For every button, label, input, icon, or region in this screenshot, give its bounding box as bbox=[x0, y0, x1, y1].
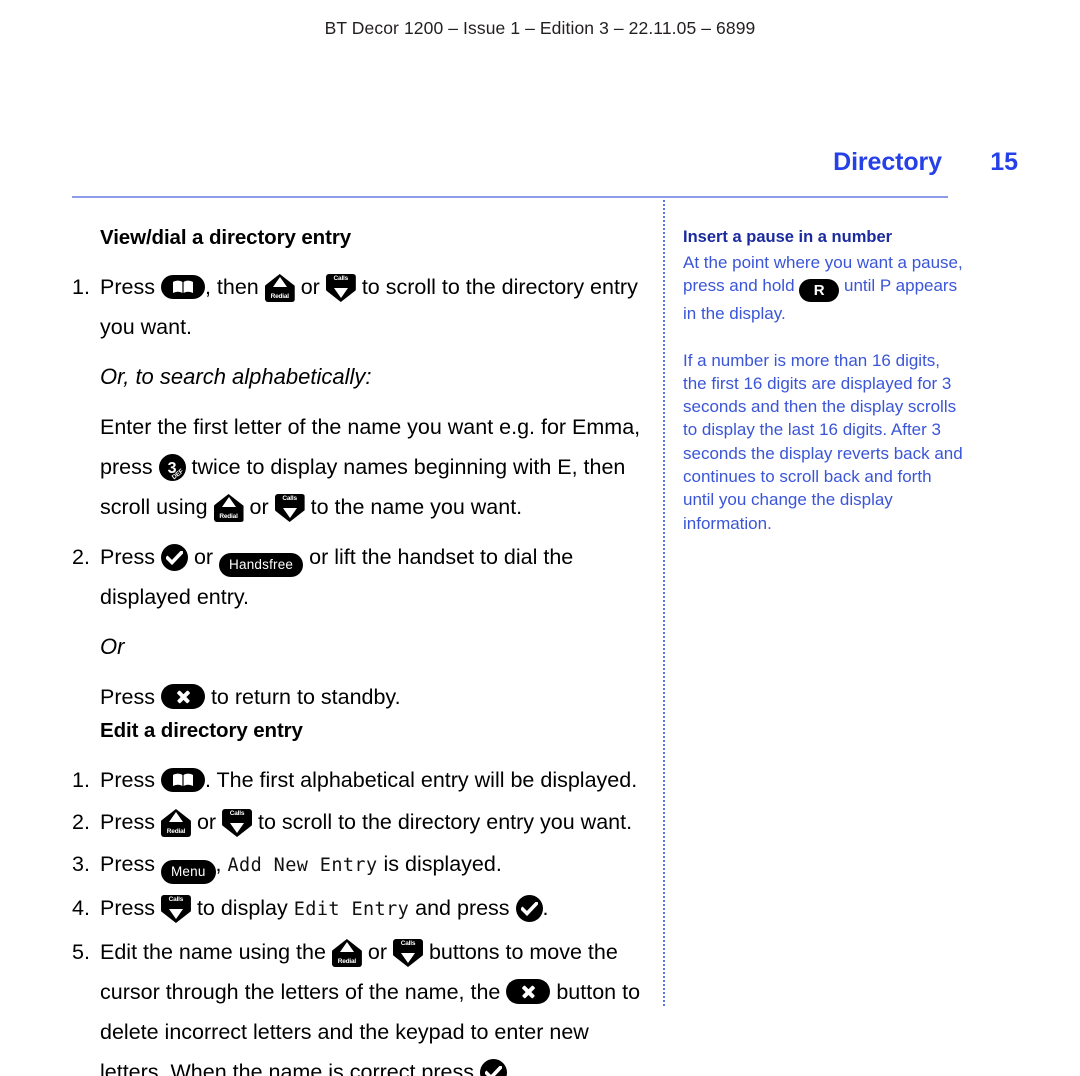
step-text: Edit the name using the bbox=[100, 940, 326, 964]
page-number: 15 bbox=[990, 148, 1018, 176]
step-text: Press bbox=[100, 852, 155, 876]
chapter-title: Directory bbox=[833, 148, 942, 176]
calls-icon-label: Calls bbox=[282, 495, 297, 502]
redial-icon-label: Redial bbox=[166, 828, 186, 835]
calls-icon-label: Calls bbox=[400, 940, 416, 947]
step-text: Press bbox=[100, 545, 155, 569]
header-rule bbox=[72, 196, 948, 198]
step-text: . bbox=[507, 1060, 513, 1076]
step-number: 5. bbox=[72, 940, 90, 964]
step-number: 1. bbox=[72, 275, 90, 299]
handsfree-button-icon[interactable]: Handsfree bbox=[219, 553, 304, 577]
redial-icon-label: Redial bbox=[337, 958, 357, 965]
step-text: or bbox=[300, 275, 320, 299]
keypad-3-icon[interactable]: 3 DEF bbox=[158, 454, 186, 481]
step-edit-1: 1. Press . The first alphabetical entry w… bbox=[72, 760, 644, 800]
cancel-x-icon[interactable] bbox=[160, 684, 205, 709]
sidebar-note-heading: Insert a pause in a number bbox=[683, 228, 893, 246]
step-view-2: 2. Press or Handsfree or lift the handset… bbox=[72, 537, 644, 617]
step-text: or bbox=[193, 545, 214, 569]
standby-paragraph: Press to return to standby. bbox=[72, 677, 644, 717]
section-heading-view-dial: View/dial a directory entry bbox=[100, 226, 351, 249]
alt-search-paragraph: Enter the first letter of the name you w… bbox=[72, 407, 644, 527]
chapter-header: Directory 15 bbox=[72, 148, 1018, 177]
dial-check-icon[interactable] bbox=[480, 1059, 507, 1076]
calls-down-icon[interactable]: Calls bbox=[392, 939, 423, 967]
step-text: and press bbox=[415, 896, 510, 920]
sidebar-notes: Insert a pause in a number At the point … bbox=[683, 226, 965, 535]
step-text: . The first alphabetical entry will be d… bbox=[204, 768, 638, 792]
step-view-1: 1. Press , then Redial or Calls to scroll… bbox=[72, 267, 644, 347]
step-text: to display bbox=[196, 896, 288, 920]
calls-down-icon[interactable]: Calls bbox=[160, 895, 191, 923]
or-alternative-label: Or bbox=[100, 634, 125, 659]
step-text: to scroll to the directory entry you wan… bbox=[258, 810, 633, 834]
sidebar-note-1: At the point where you want a pause, pre… bbox=[683, 251, 965, 326]
main-column: View/dial a directory entry 1. Press , th… bbox=[72, 226, 644, 1076]
calls-down-icon[interactable]: Calls bbox=[325, 274, 356, 302]
paragraph-text: or bbox=[249, 495, 269, 519]
section-heading-edit-entry: Edit a directory entry bbox=[100, 719, 303, 742]
step-text: Press bbox=[100, 768, 155, 792]
dial-check-icon[interactable] bbox=[515, 895, 543, 922]
calls-down-icon[interactable]: Calls bbox=[274, 494, 305, 522]
lcd-text-add-new-entry: Add New Entry bbox=[227, 855, 378, 876]
alt-search-lead: Or, to search alphabetically: bbox=[100, 364, 372, 389]
step-edit-2: 2. Press Redial or Calls to scroll to the… bbox=[72, 802, 644, 842]
step-number: 3. bbox=[72, 852, 90, 876]
cancel-x-icon[interactable] bbox=[506, 979, 551, 1004]
step-number: 2. bbox=[72, 545, 90, 569]
manual-page: BT Decor 1200 – Issue 1 – Edition 3 – 22… bbox=[0, 0, 1080, 1076]
menu-button-icon[interactable]: Menu bbox=[160, 860, 216, 884]
step-text: or bbox=[196, 810, 217, 834]
directory-book-icon[interactable] bbox=[160, 275, 205, 299]
step-text: Press bbox=[100, 275, 155, 299]
column-divider bbox=[663, 200, 665, 1006]
step-number: 4. bbox=[72, 896, 90, 920]
calls-icon-label: Calls bbox=[333, 275, 349, 282]
step-number: 2. bbox=[72, 810, 90, 834]
step-text: , then bbox=[204, 275, 259, 299]
redial-up-icon[interactable]: Redial bbox=[160, 809, 191, 837]
step-number: 1. bbox=[72, 768, 90, 792]
redial-up-icon[interactable]: Redial bbox=[213, 494, 244, 522]
lcd-text-edit-entry: Edit Entry bbox=[293, 899, 410, 920]
recall-r-button-icon[interactable]: R bbox=[799, 279, 840, 303]
paragraph-text: to return to standby. bbox=[210, 685, 401, 709]
directory-book-icon[interactable] bbox=[160, 768, 205, 792]
step-text: Press bbox=[100, 810, 155, 834]
calls-icon-label: Calls bbox=[229, 810, 245, 817]
redial-up-icon[interactable]: Redial bbox=[331, 939, 362, 967]
calls-down-icon[interactable]: Calls bbox=[222, 809, 253, 837]
running-header: BT Decor 1200 – Issue 1 – Edition 3 – 22… bbox=[324, 18, 756, 38]
step-text: . bbox=[542, 896, 549, 920]
calls-icon-label: Calls bbox=[168, 896, 184, 903]
step-text: Press bbox=[100, 896, 155, 920]
redial-icon-label: Redial bbox=[270, 293, 290, 300]
dial-check-icon[interactable] bbox=[160, 544, 188, 571]
step-text: or bbox=[367, 940, 387, 964]
redial-icon-label: Redial bbox=[219, 513, 238, 520]
paragraph-text: Press bbox=[100, 685, 155, 709]
step-edit-3: 3. Press Menu, Add New Entry is displayed… bbox=[72, 844, 644, 886]
step-text: , bbox=[215, 852, 222, 876]
redial-up-icon[interactable]: Redial bbox=[264, 274, 295, 302]
step-edit-5: 5. Edit the name using the Redial or Call… bbox=[72, 932, 644, 1076]
step-edit-4: 4. Press Calls to display Edit Entry and … bbox=[72, 888, 644, 930]
step-text: is displayed. bbox=[383, 852, 502, 876]
sidebar-note-2: If a number is more than 16 digits, the … bbox=[683, 350, 963, 533]
paragraph-text: to the name you want. bbox=[310, 495, 523, 519]
